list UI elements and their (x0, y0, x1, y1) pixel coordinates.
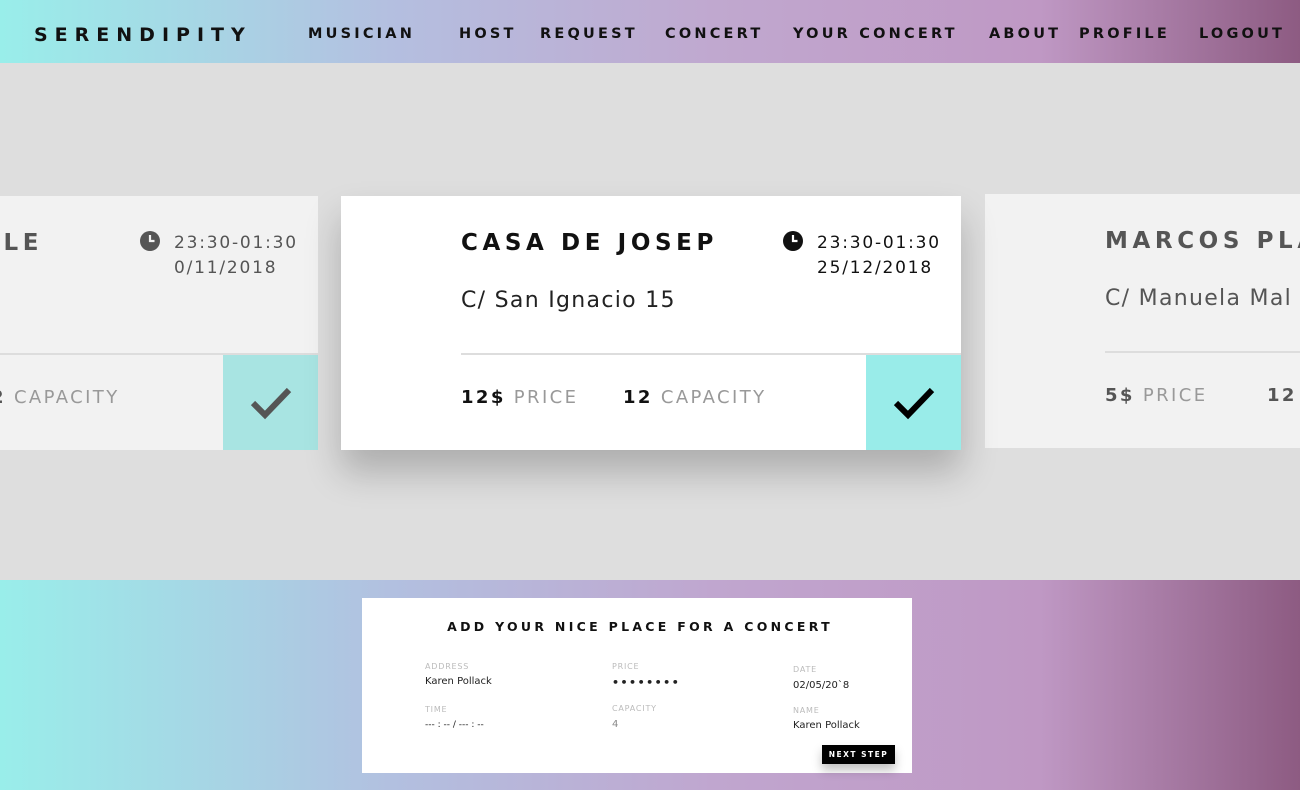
nav-host[interactable]: HOST (459, 26, 517, 42)
add-place-form: ADD YOUR NICE PLACE FOR A CONCERT ADDRES… (362, 598, 923, 773)
add-place-section: ADD YOUR NICE PLACE FOR A CONCERT ADDRES… (0, 580, 1300, 790)
clock-icon (783, 231, 803, 251)
concert-card-left[interactable]: GAELLE 15 23:30-01:30 0/11/2018 2CAPACIT… (0, 196, 318, 450)
capacity-info: 12 (1267, 385, 1300, 406)
nav-concert[interactable]: CONCERT (665, 26, 763, 42)
concert-date: 25/12/2018 (817, 258, 933, 278)
concert-date: 0/11/2018 (174, 258, 278, 278)
capacity-value: 2 (0, 387, 6, 408)
date-label: DATE (793, 665, 818, 674)
nav-your-concert[interactable]: YOUR CONCERT (793, 26, 958, 42)
top-navigation-bar: SERENDIPITY MUSICIAN HOST REQUEST CONCER… (0, 0, 1300, 63)
price-info: 12$ PRICE (461, 387, 578, 408)
card-divider (1105, 351, 1300, 353)
capacity-label: CAPACITY (13, 387, 120, 408)
price-input[interactable]: •••••••• (612, 676, 742, 689)
address-label: ADDRESS (425, 662, 470, 671)
name-input[interactable] (793, 720, 923, 731)
next-step-button[interactable]: NEXT STEP (822, 745, 895, 764)
price-value: 5$ (1105, 385, 1135, 406)
concert-schedule: 23:30-01:30 0/11/2018 (174, 231, 298, 281)
brand-logo[interactable]: SERENDIPITY (34, 24, 252, 46)
venue-name: GAELLE (0, 230, 44, 256)
clock-icon (140, 231, 160, 251)
select-concert-button[interactable] (223, 355, 318, 450)
capacity-label: CAPACITY (660, 387, 767, 408)
nav-profile[interactable]: PROFILE (1079, 26, 1170, 42)
capacity-input[interactable] (612, 719, 742, 730)
capacity-info: 2 CAPACITY (0, 387, 120, 408)
concert-card-right[interactable]: MARCOS PLA C/ Manuela Mal 5$ PRICE 12 (985, 194, 1300, 448)
concert-schedule: 23:30-01:30 25/12/2018 (817, 231, 941, 281)
concert-time: 23:30-01:30 (174, 233, 298, 253)
price-value: 12$ (461, 387, 506, 408)
capacity-value: 12 (1267, 385, 1297, 406)
price-label: PRICE (1142, 385, 1208, 406)
concert-card-active[interactable]: CASA DE JOSEP C/ San Ignacio 15 23:30-01… (341, 196, 961, 450)
time-input[interactable] (425, 720, 555, 730)
price-info: 5$ PRICE (1105, 385, 1207, 406)
venue-name: CASA DE JOSEP (461, 230, 718, 256)
venue-address: C/ San Ignacio 15 (461, 288, 676, 313)
form-title: ADD YOUR NICE PLACE FOR A CONCERT (447, 619, 833, 634)
venue-name: MARCOS PLA (1105, 228, 1300, 254)
nav-musician[interactable]: MUSICIAN (308, 26, 415, 42)
capacity-label: CAPACITY (612, 704, 657, 713)
price-label: PRICE (612, 662, 640, 671)
capacity-info: 12 CAPACITY (623, 387, 767, 408)
address-input[interactable] (425, 676, 555, 687)
check-icon (893, 387, 934, 419)
nav-request[interactable]: REQUEST (540, 26, 638, 42)
capacity-value: 12 (623, 387, 653, 408)
concert-time: 23:30-01:30 (817, 233, 941, 253)
name-label: NAME (793, 706, 820, 715)
concert-carousel: GAELLE 15 23:30-01:30 0/11/2018 2CAPACIT… (0, 63, 1300, 580)
venue-address: C/ Manuela Mal (1105, 286, 1293, 311)
nav-about[interactable]: ABOUT (989, 26, 1061, 42)
nav-logout[interactable]: LOGOUT (1199, 26, 1285, 42)
price-label: PRICE (513, 387, 579, 408)
check-icon (250, 387, 291, 419)
select-concert-button[interactable] (866, 355, 961, 450)
date-input[interactable] (793, 680, 923, 691)
time-label: TIME (425, 705, 448, 714)
